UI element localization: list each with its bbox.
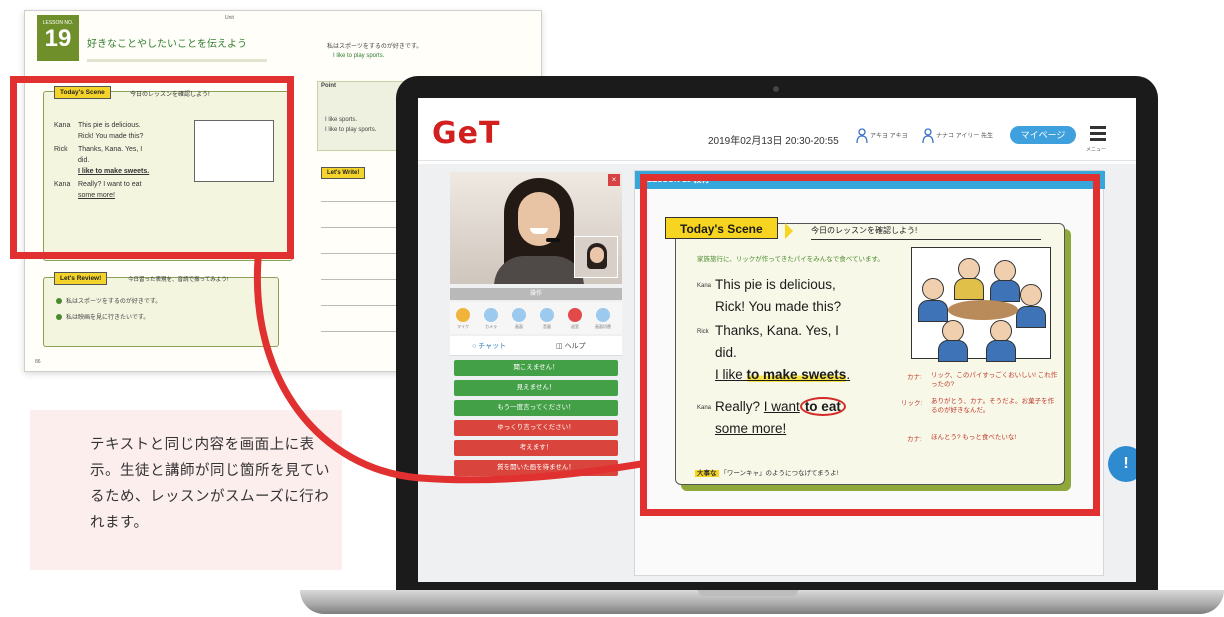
connector-curve [253, 255, 645, 484]
